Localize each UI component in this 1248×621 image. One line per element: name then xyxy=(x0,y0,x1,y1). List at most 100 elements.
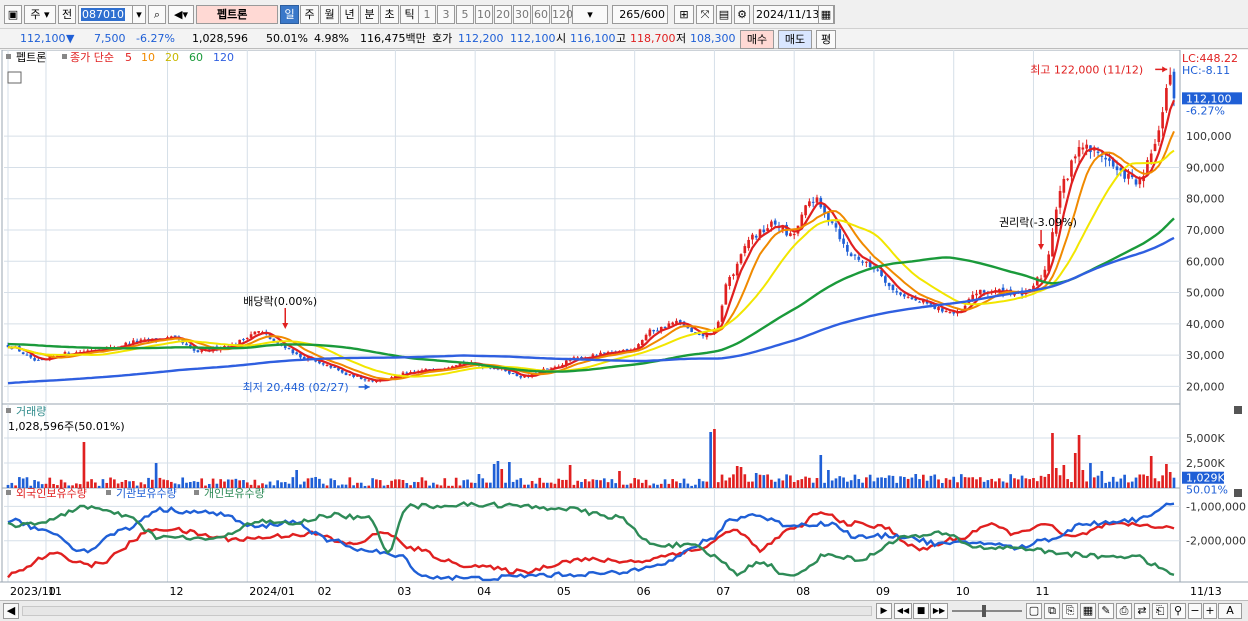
buy-button[interactable]: 매수 xyxy=(740,30,774,49)
interval-button-3[interactable]: 3 xyxy=(437,5,455,24)
search-icon[interactable]: ⌕ xyxy=(148,5,166,24)
volume-bar xyxy=(561,479,564,488)
chart-canvas[interactable]: 2023/1011 12 2024/01 02 03 04 05 06 07 08 09 10 11 11… xyxy=(0,49,1248,600)
volume-bar xyxy=(625,484,629,488)
zoom-in-icon[interactable]: + xyxy=(1203,603,1217,619)
candle-body xyxy=(678,320,682,323)
volume-bar xyxy=(549,482,553,488)
candle-body xyxy=(830,221,834,223)
y-tick-label: 80,000 xyxy=(1186,193,1225,206)
candle-body xyxy=(1172,71,1176,99)
volume-bar xyxy=(470,482,473,488)
y-tick-label: 20,000 xyxy=(1186,380,1225,393)
candle-body xyxy=(640,340,644,346)
volume-bar xyxy=(906,478,910,488)
zoom-slider-handle[interactable] xyxy=(982,605,986,617)
volume-bar xyxy=(348,477,352,488)
candle-body xyxy=(1104,157,1107,160)
volume-bar xyxy=(705,481,709,488)
candle-body xyxy=(192,348,196,351)
count-input[interactable]: 265/600 xyxy=(612,5,668,24)
volume-title: 거래량 xyxy=(16,405,46,418)
volume-bar xyxy=(413,481,416,488)
candle-body xyxy=(367,380,371,382)
scroll-right-icon[interactable]: ▶ xyxy=(876,603,892,619)
scrollbar-track[interactable] xyxy=(22,606,872,616)
volume-bar xyxy=(287,483,291,488)
interval-button-30[interactable]: 30 xyxy=(513,5,531,24)
zoom-slider[interactable] xyxy=(952,610,1022,612)
font-size-icon[interactable]: A xyxy=(1218,603,1242,619)
zoom-out-icon[interactable]: − xyxy=(1188,603,1202,619)
candle-body xyxy=(773,220,777,225)
volume-bar xyxy=(181,477,185,488)
scroll-left-icon[interactable]: ◀ xyxy=(3,603,19,619)
chart-area[interactable]: 2023/10 11 12 2024/01 02 03 04 05 06 07 08 09 10 11 11… xyxy=(0,49,1248,600)
volume-bar xyxy=(1073,453,1077,488)
volume-bar xyxy=(789,475,792,488)
volume-bar xyxy=(940,482,944,488)
candle-body xyxy=(1161,112,1164,129)
candle-body xyxy=(287,347,291,349)
volume-bar xyxy=(773,481,777,488)
save-icon[interactable]: ▤ xyxy=(716,5,732,24)
volume-bar xyxy=(458,485,462,488)
stop-icon[interactable]: ■ xyxy=(913,603,929,619)
volume-bar xyxy=(637,479,640,488)
print-icon[interactable]: ⎙ xyxy=(1116,603,1132,619)
x-tick-label: 11 xyxy=(48,585,62,598)
period-tab-6[interactable]: 틱 xyxy=(400,5,419,24)
interval-button-1[interactable]: 1 xyxy=(418,5,436,24)
calendar-icon[interactable]: ▦ xyxy=(818,5,834,24)
candle-body xyxy=(857,256,861,260)
interval-button-20[interactable]: 20 xyxy=(494,5,512,24)
indicator-icon[interactable]: ⊞ xyxy=(674,5,694,24)
volume-bar xyxy=(937,479,940,488)
copy-icon[interactable]: ⎘ xyxy=(1062,603,1078,619)
period-tab-2[interactable]: 월 xyxy=(320,5,339,24)
share-icon[interactable]: ⇄ xyxy=(1134,603,1150,619)
interval-button-10[interactable]: 10 xyxy=(475,5,493,24)
eval-button[interactable]: 평 xyxy=(816,30,836,49)
window-icon[interactable]: ▣ xyxy=(4,5,22,24)
x-tick-label: 11 xyxy=(1035,585,1049,598)
candle-body xyxy=(1157,130,1161,143)
layout-icon[interactable]: ▢ xyxy=(1026,603,1042,619)
export-icon[interactable]: ⎗ xyxy=(1152,603,1168,619)
rewind-icon[interactable]: ◀◀ xyxy=(894,603,912,619)
magnifier-icon[interactable]: ⚲ xyxy=(1170,603,1186,619)
volume-bar xyxy=(811,482,815,488)
period-tab-1[interactable]: 주 xyxy=(300,5,319,24)
interval-input[interactable]: ▾ xyxy=(572,5,608,24)
interval-button-60[interactable]: 60 xyxy=(532,5,550,24)
volume-bar xyxy=(515,479,519,488)
grid-icon[interactable]: ▦ xyxy=(1080,603,1096,619)
cross-icon[interactable]: ⤧ xyxy=(696,5,714,24)
speaker-icon[interactable]: ◀▾ xyxy=(168,5,194,24)
period-tab-0[interactable]: 일 xyxy=(280,5,299,24)
overlay-icon[interactable]: ⧉ xyxy=(1044,603,1060,619)
volume-panel-close-icon xyxy=(1234,406,1242,414)
period-tab-5[interactable]: 초 xyxy=(380,5,399,24)
interval-button-5[interactable]: 5 xyxy=(456,5,474,24)
volume-bar xyxy=(451,485,454,488)
sell-button[interactable]: 매도 xyxy=(778,30,812,49)
volume-bar xyxy=(409,485,412,488)
volume-bar xyxy=(1051,433,1054,488)
candle-body xyxy=(652,329,655,332)
stock-name[interactable]: 펩트론 xyxy=(196,5,278,24)
volume-bar xyxy=(1054,468,1058,488)
candle-body xyxy=(895,291,899,293)
code-dropdown-icon[interactable]: ▾ xyxy=(132,5,146,24)
period-tab-3[interactable]: 년 xyxy=(340,5,359,24)
amount: 116,475백만 xyxy=(360,32,426,45)
tools-icon[interactable]: ✎ xyxy=(1098,603,1114,619)
volume-ratio: 50.01% xyxy=(266,32,308,45)
gear-icon[interactable]: ⚙ xyxy=(734,5,750,24)
mode-select[interactable]: 주 ▾ xyxy=(24,5,56,24)
period-tab-4[interactable]: 분 xyxy=(360,5,379,24)
volume-bar xyxy=(724,480,728,488)
fast-forward-icon[interactable]: ▶▶ xyxy=(930,603,948,619)
interval-button-120[interactable]: 120 xyxy=(551,5,573,24)
prefix-button[interactable]: 전 xyxy=(58,5,76,24)
